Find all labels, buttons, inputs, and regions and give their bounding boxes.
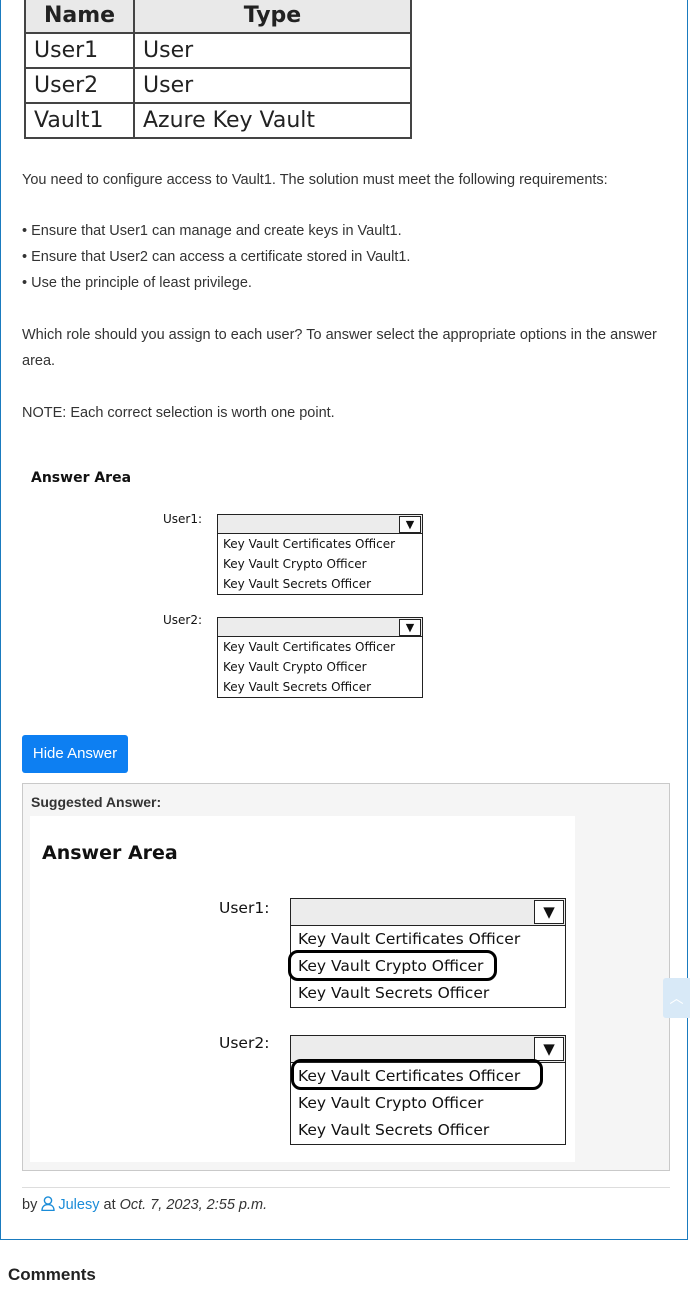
user1-dropdown[interactable]: ▼ Key Vault Certificates Officer Key Vau… xyxy=(217,514,423,595)
selection-highlight xyxy=(288,950,497,981)
requirement-3: • Use the principle of least privilege. xyxy=(22,275,252,291)
table-header-row: Name Type xyxy=(24,0,412,34)
suggested-user1-label: User1: xyxy=(219,899,270,917)
table-row: Vault1 Azure Key Vault xyxy=(24,102,412,139)
table-header-type: Type xyxy=(133,0,412,34)
post-date: Oct. 7, 2023, 2:55 p.m. xyxy=(119,1197,268,1213)
dropdown-option[interactable]: Key Vault Certificates Officer xyxy=(218,637,422,657)
question-note: NOTE: Each correct selection is worth on… xyxy=(22,405,335,421)
question-intro: You need to configure access to Vault1. … xyxy=(22,172,608,188)
suggested-answer-title: Suggested Answer: xyxy=(31,794,162,810)
resources-table: Name Type User1 User User2 User Vault1 A… xyxy=(24,0,412,139)
question-card: Name Type User1 User User2 User Vault1 A… xyxy=(0,0,688,1240)
byline-by: by xyxy=(22,1197,38,1213)
dropdown-select[interactable]: ▼ xyxy=(218,515,422,534)
question-prompt: Which role should you assign to each use… xyxy=(22,327,657,343)
table-cell: User2 xyxy=(24,67,135,104)
hide-answer-button[interactable]: Hide Answer xyxy=(22,735,128,773)
triangle-down-icon: ▼ xyxy=(534,900,564,924)
dropdown-select[interactable]: ▼ xyxy=(218,618,422,637)
user-icon xyxy=(41,1196,56,1211)
dropdown-option: Key Vault Secrets Officer xyxy=(298,1121,490,1139)
dropdown-option: Key Vault Certificates Officer xyxy=(298,930,521,948)
triangle-down-icon: ▼ xyxy=(534,1037,564,1061)
table-cell: User1 xyxy=(24,32,135,69)
table-cell: User xyxy=(133,32,412,69)
user2-label: User2: xyxy=(163,613,203,627)
suggested-answer-box: Suggested Answer: Answer Area User1: ▼ K… xyxy=(22,783,670,1171)
user2-dropdown[interactable]: ▼ Key Vault Certificates Officer Key Vau… xyxy=(217,617,423,698)
suggested-user2-dropdown: ▼ Key Vault Certificates Officer Key Vau… xyxy=(290,1035,566,1145)
dropdown-option[interactable]: Key Vault Crypto Officer xyxy=(218,554,422,574)
table-row: User1 User xyxy=(24,32,412,69)
dropdown-option: Key Vault Secrets Officer xyxy=(298,984,490,1002)
suggested-user2-label: User2: xyxy=(219,1034,270,1052)
table-cell: User xyxy=(133,67,412,104)
dropdown-option[interactable]: Key Vault Certificates Officer xyxy=(218,534,422,554)
suggested-area-title: Answer Area xyxy=(42,842,178,864)
selection-highlight xyxy=(291,1059,543,1090)
dropdown-option[interactable]: Key Vault Secrets Officer xyxy=(218,574,422,594)
requirement-1: • Ensure that User1 can manage and creat… xyxy=(22,223,402,239)
triangle-down-icon[interactable]: ▼ xyxy=(399,516,421,533)
divider xyxy=(22,1187,670,1188)
dropdown-select: ▼ xyxy=(291,899,565,926)
scroll-to-top-button[interactable]: ︿ xyxy=(663,978,690,1018)
dropdown-option[interactable]: Key Vault Crypto Officer xyxy=(218,657,422,677)
dropdown-option[interactable]: Key Vault Secrets Officer xyxy=(218,677,422,697)
table-header-name: Name xyxy=(24,0,135,34)
table-row: User2 User xyxy=(24,67,412,104)
chevron-up-icon[interactable]: ︿ xyxy=(670,990,684,1006)
dropdown-option: Key Vault Crypto Officer xyxy=(298,1094,484,1112)
suggested-answer-image: Answer Area User1: ▼ Key Vault Certifica… xyxy=(30,816,575,1162)
author-name[interactable]: Julesy xyxy=(58,1197,99,1213)
user1-label: User1: xyxy=(163,512,203,526)
answer-area-title: Answer Area xyxy=(31,470,132,486)
byline-at: at xyxy=(103,1197,116,1213)
triangle-down-icon[interactable]: ▼ xyxy=(399,619,421,636)
table-cell: Azure Key Vault xyxy=(133,102,412,139)
table-cell: Vault1 xyxy=(24,102,135,139)
question-prompt-cont: area. xyxy=(22,353,56,369)
comments-heading: Comments xyxy=(8,1265,96,1284)
author-link[interactable]: Julesy xyxy=(41,1196,99,1213)
author-byline: by Julesy at Oct. 7, 2023, 2:55 p.m. xyxy=(22,1195,267,1215)
requirement-2: • Ensure that User2 can access a certifi… xyxy=(22,249,411,265)
